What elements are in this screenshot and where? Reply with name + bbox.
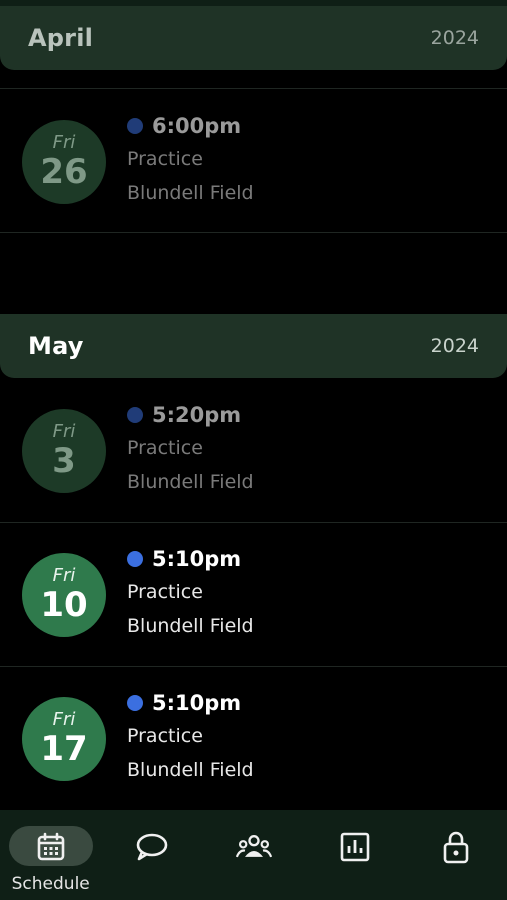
event-status-dot [127,118,143,134]
event-time: 6:00pm [152,114,242,138]
event-row[interactable]: Fri 10 5:10pm Practice Blundell Field [0,525,507,665]
date-weekday: Fri [52,565,76,586]
event-status-dot [127,695,143,711]
month-header-april: April 2024 [0,6,507,70]
date-weekday: Fri [52,421,76,442]
team-icon [235,832,272,862]
divider [0,522,507,523]
date-weekday: Fri [52,132,76,153]
nav-item-chat[interactable] [101,810,202,900]
event-row[interactable]: Fri 26 6:00pm Practice Blundell Field [0,92,507,232]
event-info: 5:10pm Practice Blundell Field [127,687,254,787]
month-year: 2024 [430,335,479,357]
date-day: 17 [40,729,88,769]
chat-icon [134,832,170,862]
event-location: Blundell Field [127,759,254,781]
event-info: 5:20pm Practice Blundell Field [127,399,254,499]
month-header-may: May 2024 [0,314,507,378]
date-day: 10 [40,585,88,625]
bottom-nav: Schedule [0,810,507,900]
event-time: 5:20pm [152,403,242,427]
date-weekday: Fri [52,709,76,730]
date-badge: Fri 10 [22,553,106,637]
calendar-icon [33,832,69,862]
event-location: Blundell Field [127,471,254,493]
event-status-dot [127,407,143,423]
event-title: Practice [127,725,203,747]
event-info: 5:10pm Practice Blundell Field [127,543,254,643]
month-year: 2024 [430,27,479,49]
stats-icon [337,832,373,862]
divider [0,666,507,667]
nav-item-lock[interactable] [406,810,507,900]
divider [0,232,507,233]
nav-item-schedule[interactable]: Schedule [0,810,101,900]
event-row[interactable]: Fri 17 5:10pm Practice Blundell Field [0,669,507,809]
nav-item-stats[interactable] [304,810,405,900]
event-location: Blundell Field [127,182,254,204]
month-name: April [28,24,94,52]
event-title: Practice [127,437,203,459]
date-badge: Fri 3 [22,409,106,493]
date-badge: Fri 17 [22,697,106,781]
date-day: 26 [40,152,88,192]
lock-icon [438,831,474,864]
event-time: 5:10pm [152,691,242,715]
event-row[interactable]: Fri 3 5:20pm Practice Blundell Field [0,381,507,521]
event-status-dot [127,551,143,567]
month-name: May [28,332,84,360]
event-info: 6:00pm Practice Blundell Field [127,110,254,210]
date-badge: Fri 26 [22,120,106,204]
nav-item-team[interactable] [203,810,304,900]
date-day: 3 [52,441,76,481]
nav-label: Schedule [11,874,90,894]
event-location: Blundell Field [127,615,254,637]
event-title: Practice [127,148,203,170]
event-title: Practice [127,581,203,603]
event-time: 5:10pm [152,547,242,571]
divider [0,88,507,89]
